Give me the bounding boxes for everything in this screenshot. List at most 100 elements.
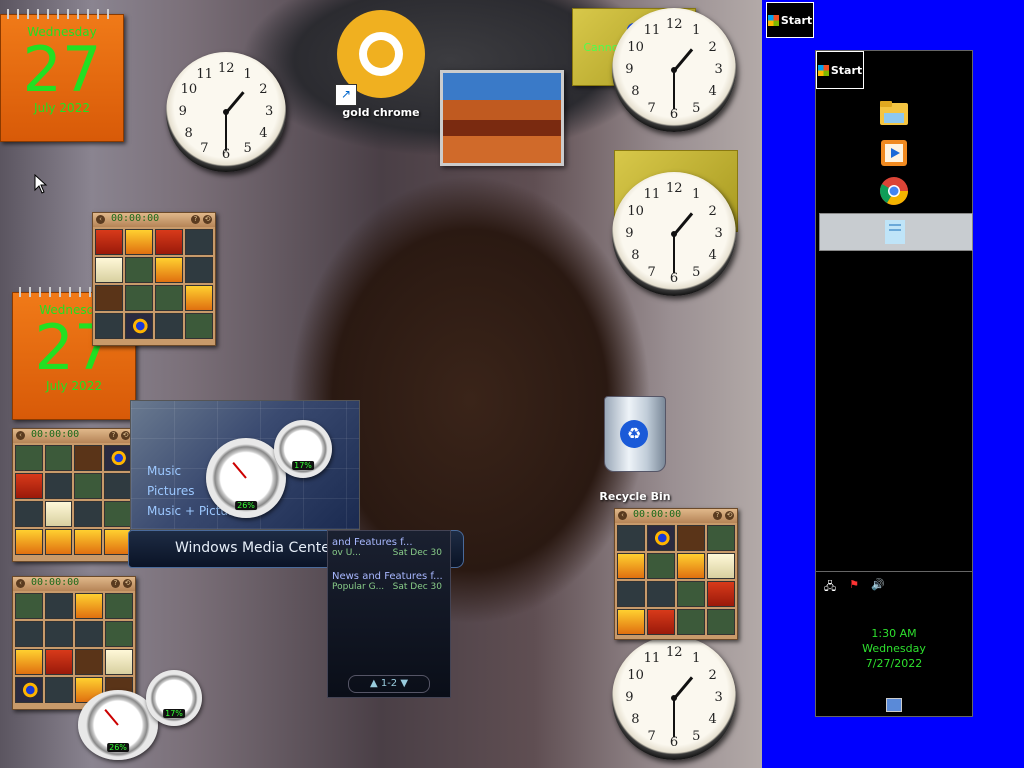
puzzle-help-button[interactable]: ? xyxy=(111,579,120,588)
puzzle-tile[interactable] xyxy=(707,525,735,551)
puzzle-tile[interactable] xyxy=(103,529,131,555)
puzzle-tile[interactable] xyxy=(15,621,43,647)
puzzle-tile[interactable] xyxy=(617,581,645,607)
puzzle-tile[interactable] xyxy=(707,581,735,607)
clock-gadget[interactable]: 1 2 3 4 5 6 7 8 9 10 11 12 xyxy=(612,636,736,760)
puzzle-tile[interactable] xyxy=(125,257,153,283)
puzzle-tile[interactable] xyxy=(95,257,123,283)
puzzle-tile[interactable] xyxy=(125,285,153,311)
puzzle-tile[interactable] xyxy=(95,285,123,311)
puzzle-restart-button[interactable]: ⟲ xyxy=(121,431,130,440)
puzzle-prev-button[interactable]: ‹ xyxy=(96,215,105,224)
puzzle-tile[interactable] xyxy=(155,313,183,339)
memory-meter-gauge[interactable]: 17% xyxy=(146,670,202,726)
puzzle-tile[interactable] xyxy=(74,529,102,555)
puzzle-tile[interactable] xyxy=(74,501,102,527)
file-explorer-icon[interactable] xyxy=(878,97,910,129)
puzzle-tile[interactable] xyxy=(185,229,213,255)
picture-puzzle-gadget[interactable]: ‹ 00:00:00 ? ⟲ xyxy=(614,508,738,640)
puzzle-tile[interactable] xyxy=(617,609,645,635)
puzzle-tile[interactable] xyxy=(647,609,675,635)
gold-chrome-label[interactable]: gold chrome xyxy=(338,106,424,119)
network-icon[interactable]: 🖧 xyxy=(822,578,838,593)
puzzle-tile[interactable] xyxy=(15,445,43,471)
puzzle-tile[interactable] xyxy=(707,553,735,579)
puzzle-tile[interactable] xyxy=(75,593,103,619)
puzzle-tile[interactable] xyxy=(44,445,72,471)
chrome-icon[interactable] xyxy=(878,175,910,207)
puzzle-help-button[interactable]: ? xyxy=(109,431,118,440)
puzzle-tile[interactable] xyxy=(105,621,133,647)
recycle-bin-label[interactable]: Recycle Bin xyxy=(590,490,680,503)
puzzle-tile[interactable] xyxy=(105,649,133,675)
puzzle-tile[interactable] xyxy=(103,501,131,527)
picture-puzzle-gadget[interactable]: ‹ 00:00:00 ? ⟲ xyxy=(12,428,134,562)
feed-pager[interactable]: ▲ 1-2 ▼ xyxy=(348,675,430,693)
slideshow-gadget[interactable] xyxy=(440,70,564,166)
puzzle-prev-button[interactable]: ‹ xyxy=(16,431,25,440)
puzzle-tile[interactable] xyxy=(185,313,213,339)
clock-gadget[interactable]: 1 2 3 4 5 6 7 8 9 10 11 12 xyxy=(612,8,736,132)
picture-puzzle-gadget[interactable]: ‹ 00:00:00 ? ⟲ xyxy=(92,212,216,346)
puzzle-tile[interactable] xyxy=(75,621,103,647)
desktop[interactable]: Wednesday 27 July 2022 Wednesday 27 July… xyxy=(0,0,762,768)
puzzle-tile[interactable] xyxy=(617,525,645,551)
calendar-gadget[interactable]: Wednesday 27 July 2022 xyxy=(0,9,124,142)
puzzle-tile[interactable] xyxy=(103,473,131,499)
puzzle-tile[interactable] xyxy=(15,593,43,619)
puzzle-prev-button[interactable]: ‹ xyxy=(618,511,627,520)
puzzle-tile[interactable] xyxy=(647,553,675,579)
taskbar-clock[interactable]: 1:30 AM Wednesday 7/27/2022 xyxy=(816,626,972,671)
puzzle-tile[interactable] xyxy=(707,609,735,635)
puzzle-tile[interactable] xyxy=(15,649,43,675)
clock-gadget[interactable]: 1 2 3 4 5 6 7 8 9 10 11 12 xyxy=(166,52,286,172)
puzzle-tile[interactable] xyxy=(44,473,72,499)
puzzle-tile[interactable] xyxy=(617,553,645,579)
puzzle-tile[interactable] xyxy=(185,257,213,283)
puzzle-tile[interactable] xyxy=(647,581,675,607)
puzzle-tile[interactable] xyxy=(74,445,102,471)
puzzle-tile[interactable] xyxy=(44,501,72,527)
pager-down-icon[interactable]: ▼ xyxy=(400,678,408,689)
recycle-bin-icon[interactable]: ♻ xyxy=(598,392,672,472)
puzzle-tile[interactable] xyxy=(15,677,43,703)
media-player-icon[interactable] xyxy=(878,137,910,169)
puzzle-tile[interactable] xyxy=(155,257,183,283)
clock-gadget[interactable]: 1 2 3 4 5 6 7 8 9 10 11 12 xyxy=(612,172,736,296)
puzzle-restart-button[interactable]: ⟲ xyxy=(203,215,212,224)
puzzle-tile[interactable] xyxy=(75,649,103,675)
feed-item[interactable]: and Features f... ov U... Sat Dec 30 xyxy=(332,537,448,558)
puzzle-tile[interactable] xyxy=(677,525,705,551)
show-desktop-button[interactable] xyxy=(886,698,902,712)
memory-meter-gauge[interactable]: 17% xyxy=(274,420,332,478)
puzzle-help-button[interactable]: ? xyxy=(713,511,722,520)
puzzle-tile[interactable] xyxy=(125,313,153,339)
puzzle-tile[interactable] xyxy=(125,229,153,255)
action-center-flag-icon[interactable]: ⚑ xyxy=(846,578,862,592)
puzzle-tile[interactable] xyxy=(185,285,213,311)
taskbar-start-button[interactable]: Start xyxy=(816,51,864,89)
puzzle-tile[interactable] xyxy=(95,313,123,339)
puzzle-tile[interactable] xyxy=(45,677,73,703)
puzzle-tile[interactable] xyxy=(155,229,183,255)
puzzle-tile[interactable] xyxy=(45,621,73,647)
puzzle-tile[interactable] xyxy=(15,529,43,555)
puzzle-tile[interactable] xyxy=(677,553,705,579)
puzzle-prev-button[interactable]: ‹ xyxy=(16,579,25,588)
puzzle-tile[interactable] xyxy=(677,609,705,635)
start-button[interactable]: Start xyxy=(766,2,814,38)
puzzle-restart-button[interactable]: ⟲ xyxy=(123,579,132,588)
puzzle-tile[interactable] xyxy=(155,285,183,311)
taskbar-active-item[interactable] xyxy=(819,213,973,251)
puzzle-restart-button[interactable]: ⟲ xyxy=(725,511,734,520)
volume-icon[interactable]: 🔊 xyxy=(870,578,886,592)
puzzle-tile[interactable] xyxy=(45,593,73,619)
puzzle-tile[interactable] xyxy=(103,445,131,471)
puzzle-tile[interactable] xyxy=(677,581,705,607)
puzzle-tile[interactable] xyxy=(74,473,102,499)
puzzle-tile[interactable] xyxy=(15,501,43,527)
puzzle-help-button[interactable]: ? xyxy=(191,215,200,224)
puzzle-tile[interactable] xyxy=(647,525,675,551)
feed-headlines-gadget[interactable]: and Features f... ov U... Sat Dec 30 New… xyxy=(327,530,451,698)
puzzle-tile[interactable] xyxy=(15,473,43,499)
